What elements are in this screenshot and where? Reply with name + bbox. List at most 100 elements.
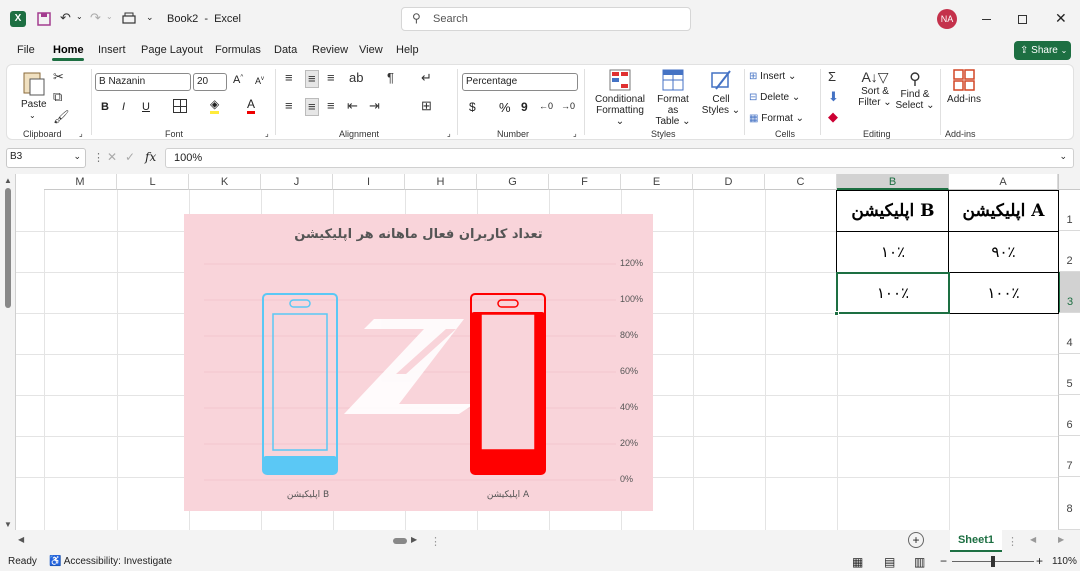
row-header-6[interactable]: 6 bbox=[1058, 395, 1080, 436]
redo-dropdown-icon[interactable]: ⌄ bbox=[106, 12, 113, 21]
dialog-launcher-icon[interactable]: ⌟ bbox=[573, 129, 577, 138]
menu-help[interactable]: Help bbox=[396, 44, 419, 56]
underline-button[interactable]: U bbox=[142, 101, 150, 113]
column-header-j[interactable]: J bbox=[261, 174, 333, 190]
page-layout-view-icon[interactable]: ▤ bbox=[884, 555, 895, 569]
font-family-select[interactable]: B Nazanin bbox=[95, 73, 191, 91]
zoom-level[interactable]: 110% bbox=[1052, 556, 1077, 567]
sheet-tab-sheet1[interactable]: Sheet1 bbox=[950, 530, 1002, 552]
cell-b1[interactable]: اپلیکیشن B bbox=[836, 190, 950, 232]
zoom-in-icon[interactable]: + bbox=[1036, 554, 1043, 568]
format-cells-button[interactable]: ▦ Format ⌄ bbox=[749, 113, 804, 124]
autosum-icon[interactable]: Σ bbox=[828, 69, 836, 85]
font-size-select[interactable]: 20 bbox=[193, 73, 227, 91]
orientation-icon[interactable]: ab bbox=[349, 70, 363, 86]
add-ins-button[interactable]: Add-ins bbox=[945, 69, 983, 115]
fill-icon[interactable]: ⬇ bbox=[828, 89, 839, 105]
percent-style-button[interactable]: % bbox=[499, 100, 511, 115]
scroll-left-icon[interactable]: ◀ bbox=[18, 535, 24, 544]
increase-indent-icon[interactable]: ⇥ bbox=[369, 98, 380, 114]
merge-center-icon[interactable]: ⊞ bbox=[421, 98, 432, 114]
conditional-formatting-button[interactable]: Conditional Formatting ⌄ bbox=[593, 69, 647, 127]
align-top-icon[interactable]: ≡ bbox=[285, 70, 293, 86]
cell-a3[interactable]: ۱۰۰٪ bbox=[948, 272, 1059, 314]
share-button[interactable]: ⇪ Share ⌄ bbox=[1014, 41, 1071, 60]
align-center-icon[interactable]: ≡ bbox=[305, 98, 319, 116]
menu-data[interactable]: Data bbox=[274, 44, 297, 56]
text-direction-icon[interactable]: ¶ bbox=[387, 70, 394, 86]
close-icon[interactable]: ✕ bbox=[1055, 10, 1067, 27]
fill-handle[interactable] bbox=[834, 311, 839, 316]
copy-icon[interactable]: ⧉ bbox=[53, 89, 62, 105]
column-header-k[interactable]: K bbox=[189, 174, 261, 190]
chart-area[interactable]: تعداد کاربران فعال ماهانه هر اپلیکیشن 0%… bbox=[184, 214, 653, 511]
number-format-select[interactable]: Percentage bbox=[462, 73, 578, 91]
insert-function-icon[interactable]: fx bbox=[145, 150, 156, 164]
normal-view-icon[interactable]: ▦ bbox=[852, 555, 863, 569]
dialog-launcher-icon[interactable]: ⌟ bbox=[265, 129, 269, 138]
menu-home[interactable]: Home bbox=[53, 44, 84, 56]
decrease-decimal-icon[interactable]: →0 bbox=[561, 101, 575, 111]
save-icon[interactable] bbox=[36, 11, 52, 27]
format-as-table-button[interactable]: Format as Table ⌄ bbox=[651, 69, 695, 127]
zoom-slider-thumb[interactable] bbox=[991, 556, 995, 567]
align-right-icon[interactable]: ≡ bbox=[327, 98, 335, 114]
undo-icon[interactable]: ↶ bbox=[60, 10, 71, 26]
undo-dropdown-icon[interactable]: ⌄ bbox=[76, 12, 83, 21]
decrease-indent-icon[interactable]: ⇤ bbox=[347, 98, 358, 114]
formula-input[interactable]: 100% ⌄ bbox=[165, 148, 1074, 168]
zoom-out-icon[interactable]: − bbox=[940, 554, 947, 568]
tab-scroll-left-icon[interactable]: ◀ bbox=[1030, 535, 1036, 544]
scroll-up-icon[interactable]: ▲ bbox=[4, 176, 12, 185]
align-middle-icon[interactable]: ≡ bbox=[305, 70, 319, 88]
align-left-icon[interactable]: ≡ bbox=[285, 98, 293, 114]
dialog-launcher-icon[interactable]: ⌟ bbox=[79, 129, 83, 138]
delete-cells-button[interactable]: ⊟ Delete ⌄ bbox=[749, 92, 800, 103]
align-bottom-icon[interactable]: ≡ bbox=[327, 70, 335, 86]
column-header-m[interactable]: M bbox=[44, 174, 117, 190]
comma-style-button[interactable]: 9 bbox=[521, 100, 528, 114]
dialog-launcher-icon[interactable]: ⌟ bbox=[447, 129, 451, 138]
row-header-1[interactable]: 1 bbox=[1058, 190, 1080, 231]
menu-formulas[interactable]: Formulas bbox=[215, 44, 261, 56]
accessibility-button[interactable]: ♿ Accessibility: Investigate bbox=[49, 556, 172, 567]
scroll-down-icon[interactable]: ▼ bbox=[4, 520, 12, 529]
column-header-c[interactable]: C bbox=[765, 174, 837, 190]
menu-page-layout[interactable]: Page Layout bbox=[141, 44, 203, 56]
cell-styles-button[interactable]: Cell Styles ⌄ bbox=[701, 69, 741, 125]
menu-file[interactable]: File bbox=[17, 44, 35, 56]
wrap-text-icon[interactable]: ↵ bbox=[421, 70, 432, 86]
row-header-2[interactable]: 2 bbox=[1058, 231, 1080, 272]
insert-cells-button[interactable]: ⊞ Insert ⌄ bbox=[749, 71, 796, 82]
font-color-icon[interactable]: A bbox=[247, 98, 256, 114]
search-box[interactable]: ⚲ Search bbox=[401, 7, 691, 31]
customize-toolbar-icon[interactable]: ⌄ bbox=[146, 12, 154, 23]
confirm-entry-icon[interactable]: ✓ bbox=[125, 150, 135, 164]
format-painter-icon[interactable]: 🖌 bbox=[53, 109, 70, 125]
accounting-format-button[interactable]: $ bbox=[469, 100, 476, 114]
cell-a2[interactable]: ۹۰٪ bbox=[948, 231, 1059, 273]
fill-color-icon[interactable]: ◈ bbox=[210, 98, 220, 114]
clear-icon[interactable]: ◆ bbox=[828, 109, 838, 125]
column-header-i[interactable]: I bbox=[333, 174, 405, 190]
grow-font-icon[interactable]: A^ bbox=[233, 74, 243, 86]
user-avatar[interactable]: NA bbox=[937, 9, 957, 29]
cut-icon[interactable]: ✂ bbox=[53, 69, 64, 85]
sort-filter-button[interactable]: A↓▽ Sort & Filter ⌄ bbox=[857, 69, 893, 125]
row-header-5[interactable]: 5 bbox=[1058, 354, 1080, 395]
column-header-b[interactable]: B bbox=[837, 174, 949, 190]
increase-decimal-icon[interactable]: ←0 bbox=[539, 101, 553, 111]
column-header-d[interactable]: D bbox=[693, 174, 765, 190]
cell-b2[interactable]: ۱۰٪ bbox=[836, 231, 950, 273]
name-box[interactable]: B3 ⌄ bbox=[6, 148, 86, 168]
scroll-right-icon[interactable]: ▶ bbox=[411, 535, 417, 544]
column-header-a[interactable]: A bbox=[949, 174, 1058, 190]
vertical-scroll-thumb[interactable] bbox=[5, 188, 11, 308]
cancel-entry-icon[interactable]: ✕ bbox=[107, 150, 117, 164]
cell-b3[interactable]: ۱۰۰٪ bbox=[836, 272, 950, 314]
italic-button[interactable]: I bbox=[122, 101, 125, 113]
column-header-f[interactable]: F bbox=[549, 174, 621, 190]
menu-view[interactable]: View bbox=[359, 44, 383, 56]
row-header-3[interactable]: 3 bbox=[1058, 272, 1080, 313]
minimize-icon[interactable] bbox=[982, 19, 991, 20]
